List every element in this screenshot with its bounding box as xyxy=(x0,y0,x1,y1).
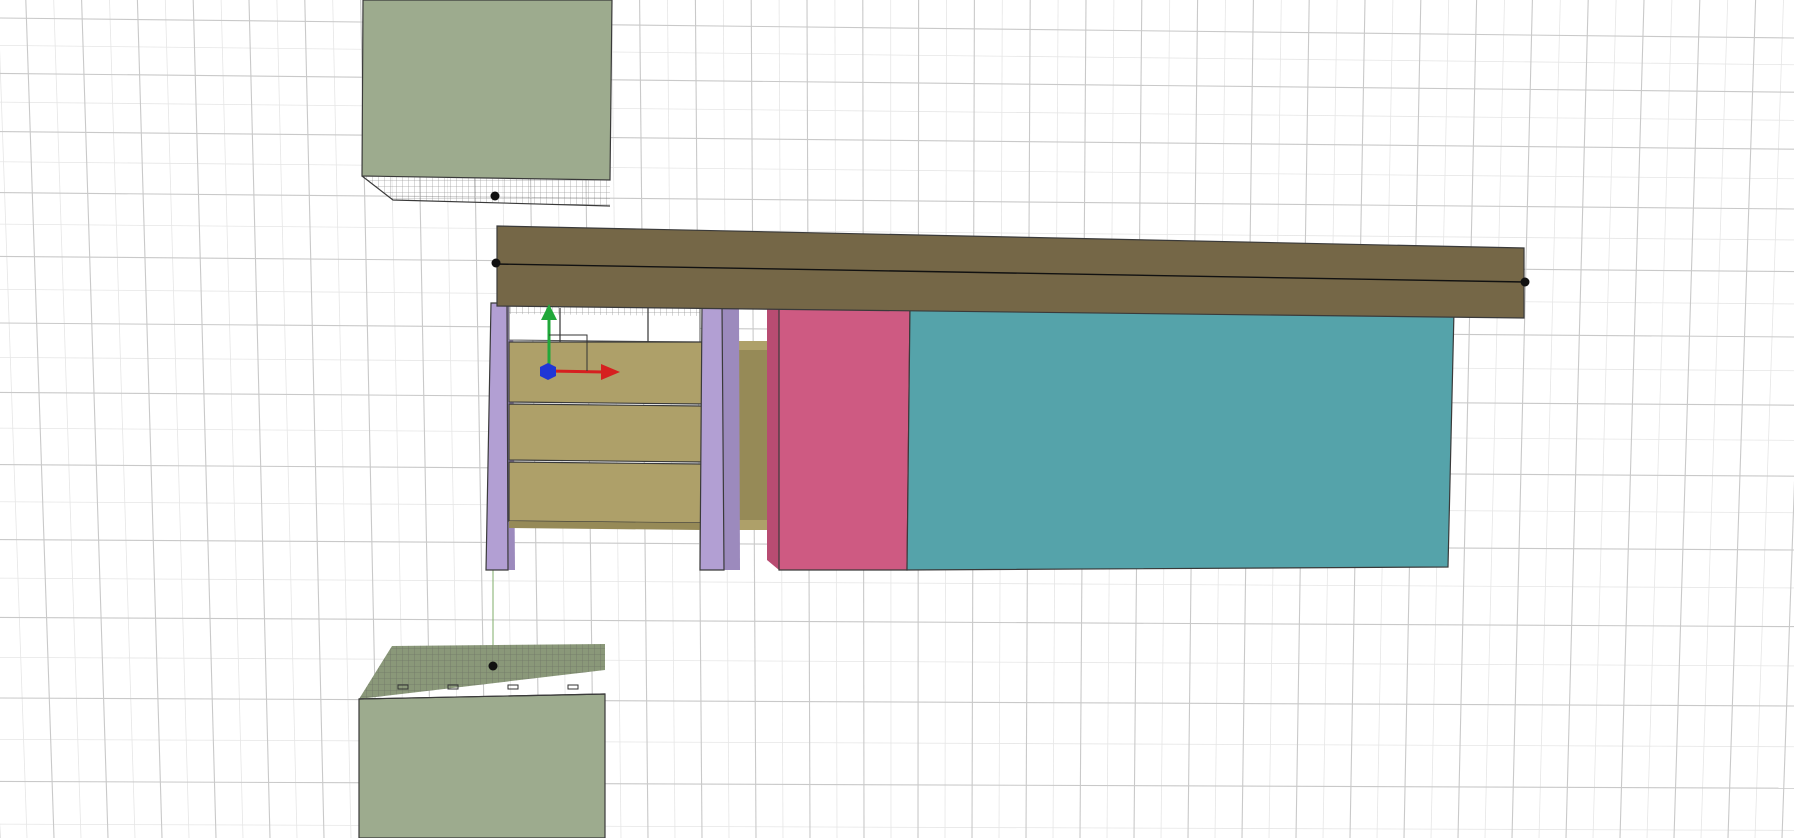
grid-line xyxy=(0,17,1794,39)
lower-cabinet-front[interactable] xyxy=(358,693,606,838)
grid-line xyxy=(136,0,163,838)
grid-line xyxy=(25,0,55,838)
handle-slot xyxy=(507,684,519,690)
right-post-side xyxy=(722,305,740,570)
grid-line xyxy=(0,44,1794,66)
grid-line xyxy=(0,131,1794,150)
upper-cabinet-front[interactable] xyxy=(361,0,613,181)
grid-line xyxy=(1700,0,1729,838)
grid-line xyxy=(109,0,136,838)
grid-line xyxy=(1484,0,1505,838)
grid-line xyxy=(0,738,1794,748)
handle-slot xyxy=(567,684,579,690)
pink-panel[interactable] xyxy=(767,306,911,571)
grid-line xyxy=(192,0,217,838)
grid-line xyxy=(0,616,1794,628)
grid-line xyxy=(1511,0,1533,838)
grid-line xyxy=(1538,0,1561,838)
grid-line xyxy=(0,192,1794,210)
right-post[interactable] xyxy=(699,304,740,571)
upper-cabinet[interactable] xyxy=(361,0,613,207)
grid-line xyxy=(0,48,28,838)
grid-line xyxy=(1592,0,1617,838)
grid-line xyxy=(1781,480,1794,838)
pivot-point-icon[interactable] xyxy=(491,258,501,268)
scene-canvas[interactable] xyxy=(0,0,1794,838)
teal-block-front[interactable] xyxy=(906,307,1455,571)
grid-line xyxy=(81,0,109,838)
grid-line xyxy=(332,0,352,838)
gizmo-x-axis[interactable] xyxy=(548,369,605,374)
grid-line xyxy=(164,0,190,838)
grid-line xyxy=(1457,0,1478,838)
beam-face[interactable] xyxy=(496,225,1525,319)
grid-line xyxy=(0,656,1794,667)
grid-line xyxy=(304,0,325,838)
pivot-point-icon[interactable] xyxy=(488,661,498,671)
pink-panel-side xyxy=(767,307,779,570)
grid-line xyxy=(1727,0,1757,838)
grid-line xyxy=(0,161,1794,180)
grid-line xyxy=(53,0,82,838)
grid-line xyxy=(0,577,1794,589)
right-post-front[interactable] xyxy=(699,304,725,571)
grid-line xyxy=(1673,0,1701,838)
left-post-front[interactable] xyxy=(485,302,509,571)
teal-block[interactable] xyxy=(906,307,1455,571)
grid-line xyxy=(0,72,1794,93)
drawer-front-middle[interactable] xyxy=(508,403,703,463)
grid-line xyxy=(0,697,1794,707)
grid-line xyxy=(220,0,244,838)
lower-cabinet[interactable] xyxy=(358,644,606,838)
grid-line xyxy=(1646,0,1673,838)
grid-line xyxy=(1754,0,1784,838)
grid-line xyxy=(0,823,1794,831)
upper-cabinet-bottom-mesh xyxy=(362,176,610,206)
pivot-point-icon[interactable] xyxy=(1520,277,1530,287)
pink-panel-front[interactable] xyxy=(778,306,911,571)
drawer-front-bottom[interactable] xyxy=(508,461,703,524)
pivot-point-icon[interactable] xyxy=(490,191,500,201)
beam[interactable] xyxy=(491,225,1530,319)
grid-line xyxy=(1619,0,1645,838)
grid-line xyxy=(248,0,271,838)
lower-cabinet-top-mesh xyxy=(359,644,605,699)
3d-viewport[interactable] xyxy=(0,0,1794,838)
grid-line xyxy=(0,101,1794,121)
grid-line xyxy=(1565,0,1589,838)
grid-line xyxy=(276,0,298,838)
